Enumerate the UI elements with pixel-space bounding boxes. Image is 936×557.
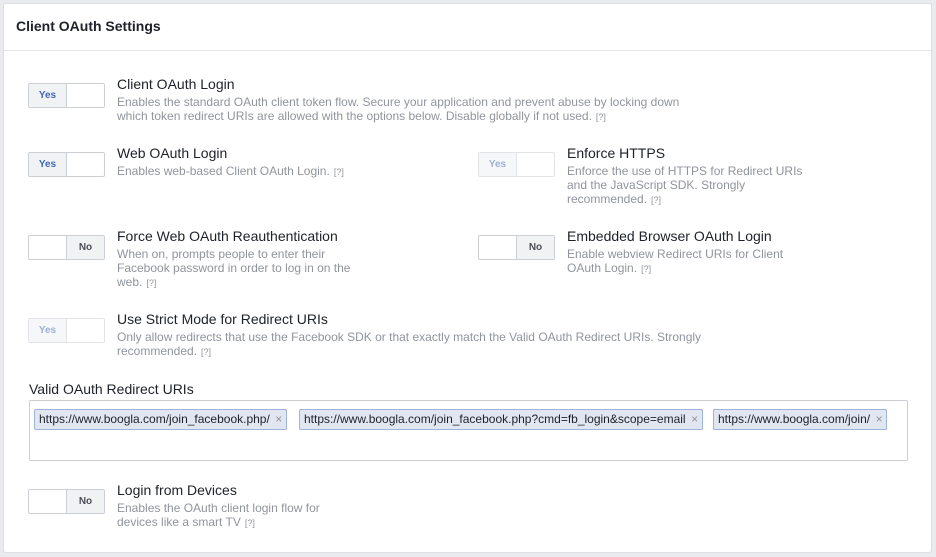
- redirect-uri-text: https://www.boogla.com/join_facebook.php…: [304, 412, 686, 426]
- redirect-uri-text: https://www.boogla.com/join_facebook.php…: [39, 412, 270, 426]
- toggle-no-label: No: [66, 490, 104, 513]
- redirect-uris-label: Valid OAuth Redirect URIs: [29, 381, 194, 397]
- login-from-devices-desc: Enables the OAuth client login flow for …: [117, 501, 332, 530]
- enforce-https-toggle[interactable]: Yes: [478, 152, 555, 177]
- redirect-uris-input[interactable]: https://www.boogla.com/join_facebook.php…: [29, 400, 908, 461]
- enforce-https-desc-text: Enforce the use of HTTPS for Redirect UR…: [567, 164, 803, 206]
- redirect-uri-tag: https://www.boogla.com/join_facebook.php…: [34, 409, 287, 430]
- embedded-browser-oauth-desc: Enable webview Redirect URIs for Client …: [567, 247, 797, 276]
- help-link[interactable]: [?]: [641, 264, 651, 274]
- strict-mode-title: Use Strict Mode for Redirect URIs: [117, 311, 328, 327]
- force-reauthentication-title: Force Web OAuth Reauthentication: [117, 228, 338, 244]
- toggle-no-label: No: [516, 236, 554, 259]
- strict-mode-desc: Only allow redirects that use the Facebo…: [117, 330, 707, 359]
- login-from-devices-desc-text: Enables the OAuth client login flow for …: [117, 501, 320, 529]
- login-from-devices-title: Login from Devices: [117, 482, 237, 498]
- embedded-browser-oauth-desc-text: Enable webview Redirect URIs for Client …: [567, 247, 784, 275]
- panel-title: Client OAuth Settings: [16, 18, 161, 34]
- remove-uri-icon[interactable]: ×: [872, 410, 886, 429]
- toggle-yes-label: Yes: [29, 319, 67, 342]
- redirect-uri-tag: https://www.boogla.com/join_facebook.php…: [299, 409, 703, 430]
- client-oauth-login-desc-text: Enables the standard OAuth client token …: [117, 95, 680, 123]
- panel-header: Client OAuth Settings: [4, 4, 931, 51]
- help-link[interactable]: [?]: [201, 347, 211, 357]
- client-oauth-login-toggle[interactable]: Yes: [28, 83, 105, 108]
- client-oauth-login-title: Client OAuth Login: [117, 76, 235, 92]
- help-link[interactable]: [?]: [651, 195, 661, 205]
- embedded-browser-oauth-toggle[interactable]: No: [478, 235, 555, 260]
- toggle-yes-label: Yes: [29, 84, 67, 107]
- force-reauthentication-toggle[interactable]: No: [28, 235, 105, 260]
- help-link[interactable]: [?]: [334, 167, 344, 177]
- web-oauth-login-desc: Enables web-based Client OAuth Login. [?]: [117, 164, 417, 179]
- redirect-uri-tag: https://www.boogla.com/join/×: [713, 409, 888, 430]
- help-link[interactable]: [?]: [596, 112, 606, 122]
- web-oauth-login-toggle[interactable]: Yes: [28, 152, 105, 177]
- help-link[interactable]: [?]: [146, 278, 156, 288]
- enforce-https-desc: Enforce the use of HTTPS for Redirect UR…: [567, 164, 805, 207]
- client-oauth-settings-panel: Client OAuth Settings Yes Client OAuth L…: [3, 3, 932, 553]
- web-oauth-login-desc-text: Enables web-based Client OAuth Login.: [117, 164, 330, 178]
- login-from-devices-toggle[interactable]: No: [28, 489, 105, 514]
- remove-uri-icon[interactable]: ×: [688, 410, 702, 429]
- client-oauth-login-desc: Enables the standard OAuth client token …: [117, 95, 687, 124]
- web-oauth-login-title: Web OAuth Login: [117, 145, 228, 161]
- redirect-uri-text: https://www.boogla.com/join/: [718, 412, 871, 426]
- strict-mode-toggle[interactable]: Yes: [28, 318, 105, 343]
- toggle-yes-label: Yes: [29, 153, 67, 176]
- toggle-no-label: No: [66, 236, 104, 259]
- enforce-https-title: Enforce HTTPS: [567, 145, 666, 161]
- force-reauthentication-desc: When on, prompts people to enter their F…: [117, 247, 357, 290]
- toggle-yes-label: Yes: [479, 153, 517, 176]
- remove-uri-icon[interactable]: ×: [272, 410, 286, 429]
- help-link[interactable]: [?]: [245, 518, 255, 528]
- embedded-browser-oauth-title: Embedded Browser OAuth Login: [567, 228, 772, 244]
